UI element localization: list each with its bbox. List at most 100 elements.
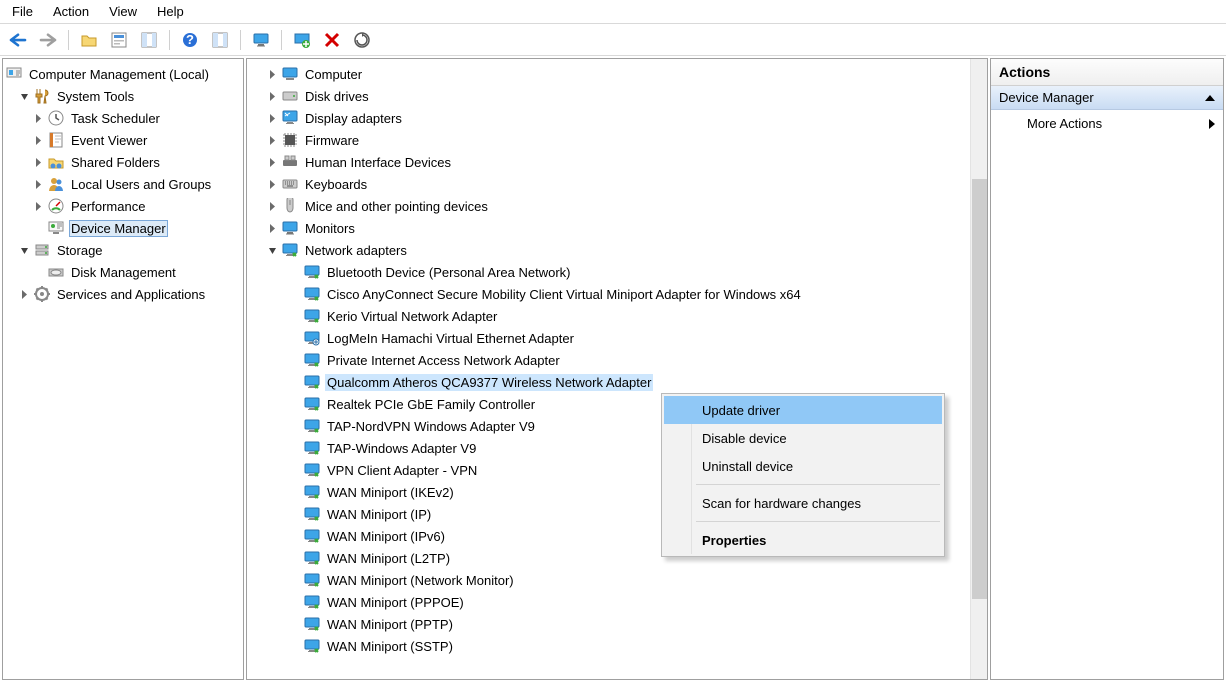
add-hardware-button[interactable] [290,28,314,52]
folder-button[interactable] [77,28,101,52]
dev-wan-nm[interactable]: WAN Miniport (Network Monitor) [247,569,987,591]
menu-file[interactable]: File [2,2,43,21]
dev-wan-sstp[interactable]: WAN Miniport (SSTP) [247,635,987,657]
collapse-icon[interactable] [17,89,31,103]
ctx-uninstall-device[interactable]: Uninstall device [664,452,942,480]
tree-local-users[interactable]: Local Users and Groups [3,173,243,195]
uninstall-button[interactable] [320,28,344,52]
tree-services-apps[interactable]: Services and Applications [3,283,243,305]
expand-icon[interactable] [265,67,279,81]
dev-wan-pppoe[interactable]: WAN Miniport (PPPOE) [247,591,987,613]
help-button[interactable] [178,28,202,52]
dev-bluetooth[interactable]: Bluetooth Device (Personal Area Network) [247,261,987,283]
node-label: Bluetooth Device (Personal Area Network) [325,264,573,281]
cat-keyboards[interactable]: Keyboards [247,173,987,195]
cat-hid[interactable]: Human Interface Devices [247,151,987,173]
node-label: Network adapters [303,242,409,259]
toolbar-separator [281,30,282,50]
expand-icon[interactable] [265,133,279,147]
menu-action[interactable]: Action [43,2,99,21]
ctx-separator [696,521,940,522]
actions-heading[interactable]: Device Manager [991,86,1223,110]
chevron-right-icon [1209,119,1215,129]
expand-icon[interactable] [31,177,45,191]
expand-icon[interactable] [265,221,279,235]
cat-monitors[interactable]: Monitors [247,217,987,239]
ctx-disable-device[interactable]: Disable device [664,424,942,452]
scan-hardware-button[interactable] [249,28,273,52]
tree-performance[interactable]: Performance [3,195,243,217]
services-icon [33,285,51,303]
hid-icon [281,153,299,171]
cat-network-adapters[interactable]: Network adapters [247,239,987,261]
properties-button[interactable] [107,28,131,52]
expand-icon[interactable] [31,155,45,169]
node-label: Kerio Virtual Network Adapter [325,308,499,325]
mouse-icon [281,197,299,215]
scrollbar[interactable] [970,59,987,679]
net-icon [303,637,321,655]
dev-logmein[interactable]: LogMeIn Hamachi Virtual Ethernet Adapter [247,327,987,349]
pane-button[interactable] [137,28,161,52]
tree-device-manager[interactable]: Device Manager [3,217,243,239]
forward-button[interactable] [36,28,60,52]
dev-cisco[interactable]: Cisco AnyConnect Secure Mobility Client … [247,283,987,305]
dev-atheros[interactable]: Qualcomm Atheros QCA9377 Wireless Networ… [247,371,987,393]
tree-event-viewer[interactable]: Event Viewer [3,129,243,151]
tree-system-tools[interactable]: System Tools [3,85,243,107]
actions-more[interactable]: More Actions [991,110,1223,137]
tree-task-scheduler[interactable]: Task Scheduler [3,107,243,129]
ctx-update-driver[interactable]: Update driver [664,396,942,424]
ctx-properties[interactable]: Properties [664,526,942,554]
collapse-icon[interactable] [265,243,279,257]
scrollbar-thumb[interactable] [972,179,987,599]
expand-icon[interactable] [31,133,45,147]
node-label: Keyboards [303,176,369,193]
cat-disk-drives[interactable]: Disk drives [247,85,987,107]
menu-help[interactable]: Help [147,2,194,21]
ctx-label: Scan for hardware changes [702,496,861,511]
node-label: Private Internet Access Network Adapter [325,352,562,369]
menu-view[interactable]: View [99,2,147,21]
dev-pia[interactable]: Private Internet Access Network Adapter [247,349,987,371]
update-driver-button[interactable] [350,28,374,52]
node-label: WAN Miniport (IKEv2) [325,484,456,501]
node-label: Cisco AnyConnect Secure Mobility Client … [325,286,803,303]
node-label: Firmware [303,132,361,149]
menubar: File Action View Help [0,0,1226,24]
cat-computer[interactable]: Computer [247,63,987,85]
cat-display-adapters[interactable]: Display adapters [247,107,987,129]
node-label: Qualcomm Atheros QCA9377 Wireless Networ… [325,374,653,391]
ctx-label: Properties [702,533,766,548]
expand-icon[interactable] [17,287,31,301]
tree-storage[interactable]: Storage [3,239,243,261]
tree-disk-management[interactable]: Disk Management [3,261,243,283]
details-button[interactable] [208,28,232,52]
ctx-scan-hardware[interactable]: Scan for hardware changes [664,489,942,517]
back-button[interactable] [6,28,30,52]
collapse-icon[interactable] [17,243,31,257]
node-label: Local Users and Groups [69,176,213,193]
diskmgr-icon [47,263,65,281]
dev-wan-pptp[interactable]: WAN Miniport (PPTP) [247,613,987,635]
expand-icon[interactable] [31,199,45,213]
net-icon [303,307,321,325]
expand-icon[interactable] [31,111,45,125]
actions-title: Actions [991,59,1223,86]
context-menu: Update driver Disable device Uninstall d… [661,393,945,557]
node-label: Computer Management (Local) [27,66,211,83]
node-label: WAN Miniport (IP) [325,506,433,523]
expand-icon[interactable] [265,199,279,213]
cat-mice[interactable]: Mice and other pointing devices [247,195,987,217]
expand-icon[interactable] [265,111,279,125]
node-label: WAN Miniport (PPPOE) [325,594,466,611]
net-icon [303,285,321,303]
cat-firmware[interactable]: Firmware [247,129,987,151]
dev-kerio[interactable]: Kerio Virtual Network Adapter [247,305,987,327]
tree-computer-management[interactable]: Computer Management (Local) [3,63,243,85]
expand-icon[interactable] [265,89,279,103]
tree-shared-folders[interactable]: Shared Folders [3,151,243,173]
net-icon [303,549,321,567]
expand-icon[interactable] [265,177,279,191]
expand-icon[interactable] [265,155,279,169]
